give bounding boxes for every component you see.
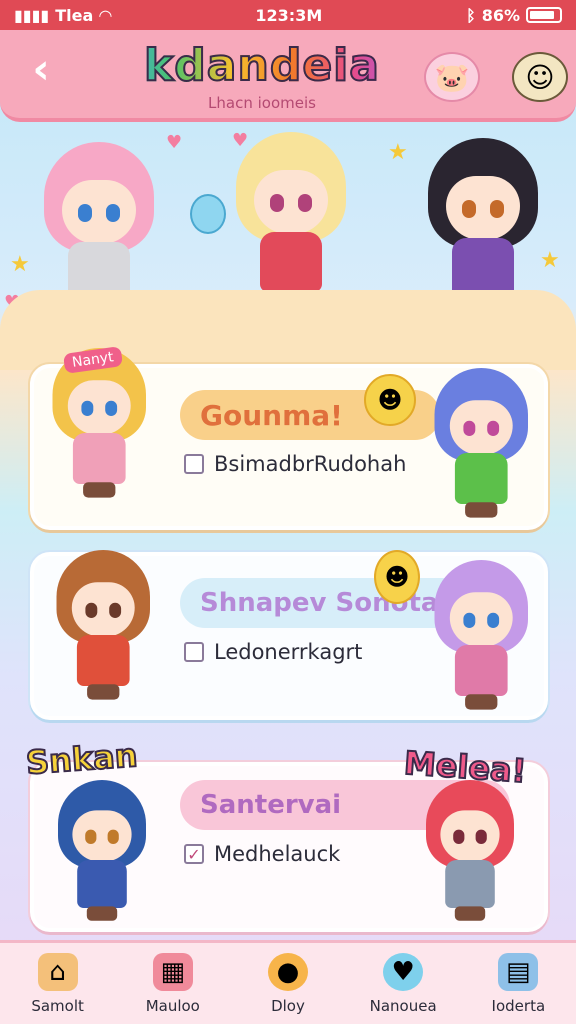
battery-icon: [526, 7, 562, 23]
carrier-label: Tlea: [55, 5, 94, 25]
nav-label: Ioderta: [491, 996, 546, 1015]
nav-label: Mauloo: [145, 996, 200, 1015]
nav-item-chat[interactable]: ● Dloy: [238, 952, 338, 1015]
signal-icon: ▮▮▮▮: [14, 5, 50, 25]
card-item[interactable]: Ledonerrkagrt: [184, 640, 362, 664]
wifi-icon: ◠: [99, 5, 112, 25]
card-item[interactable]: ✓ Medhelauck: [184, 842, 340, 866]
nav-item-home[interactable]: ⌂ Samolt: [8, 952, 108, 1015]
card-item-label: BsimadbrRudohah: [214, 452, 407, 476]
bottom-navigation: ⌂ Samolt ▦ Mauloo ● Dloy ♥ Nanouea ▤ Iod…: [0, 940, 576, 1024]
app-title: kdandeia: [112, 39, 412, 92]
battery-percent: 86%: [481, 5, 520, 25]
app-header: ‹ kdandeia Lhacn ioomeis 🐷 ☺: [0, 30, 576, 122]
character-card-3[interactable]: Santervai ✓ Medhelauck: [30, 762, 548, 932]
chat-bubble-icon: ●: [267, 952, 308, 991]
pig-mascot-icon[interactable]: 🐷: [424, 52, 480, 102]
card-item[interactable]: BsimadbrRudohah: [184, 452, 406, 476]
status-bar: ▮▮▮▮ Tlea ◠ 123:3M ᛒ 86%: [0, 0, 576, 30]
chibi-character-cat: [44, 348, 155, 501]
smiley-balloon-icon: ☻: [364, 374, 416, 426]
character-card-1[interactable]: Gounma! BsimadbrRudohah ☻ Nanyt: [30, 346, 548, 530]
nav-label: Nanouea: [369, 996, 437, 1015]
checkbox[interactable]: [184, 454, 204, 474]
bluetooth-icon: ᛒ: [466, 5, 476, 25]
smiley-balloon-icon: ☻: [374, 550, 420, 604]
app-subtitle: Lhacn ioomeis: [208, 94, 316, 112]
calendar-icon: ▤: [498, 952, 539, 991]
heart-icon: ♥: [383, 952, 424, 991]
nav-label: Samolt: [31, 996, 84, 1015]
star-icon: ★: [10, 252, 30, 277]
nav-item-favorites[interactable]: ♥ Nanouea: [353, 952, 453, 1015]
chibi-character-navy: [50, 780, 154, 924]
profile-avatar-icon[interactable]: ☺: [512, 52, 568, 102]
nav-label: Dloy: [271, 996, 305, 1015]
card-item-label: Ledonerrkagrt: [214, 640, 363, 664]
clock: 123:3M: [255, 5, 323, 25]
status-right: ᛒ 86%: [466, 6, 562, 25]
chibi-character-red: [418, 780, 522, 924]
heart-icon: ♥: [166, 132, 183, 153]
checkbox-checked[interactable]: ✓: [184, 844, 204, 864]
shop-icon: ▦: [152, 952, 193, 991]
character-card-2[interactable]: Shnapev Sonota Ledonerrkagrt ☻: [30, 550, 548, 720]
status-left: ▮▮▮▮ Tlea ◠: [14, 6, 112, 25]
balloon-icon: [190, 194, 226, 234]
nav-item-calendar[interactable]: ▤ Ioderta: [468, 952, 568, 1015]
chibi-character-brown: [48, 550, 159, 703]
house-icon: ⌂: [37, 952, 78, 991]
checkbox[interactable]: [184, 642, 204, 662]
back-button[interactable]: ‹: [18, 46, 64, 92]
sticker-label-left: Snkan: [24, 735, 140, 783]
star-icon: ★: [388, 140, 408, 165]
chibi-character-lavender: [426, 560, 537, 713]
nav-item-shop[interactable]: ▦ Mauloo: [123, 952, 223, 1015]
chibi-character-blue: [426, 368, 537, 521]
card-item-label: Medhelauck: [214, 842, 341, 866]
chibi-character-blonde: [226, 132, 356, 312]
